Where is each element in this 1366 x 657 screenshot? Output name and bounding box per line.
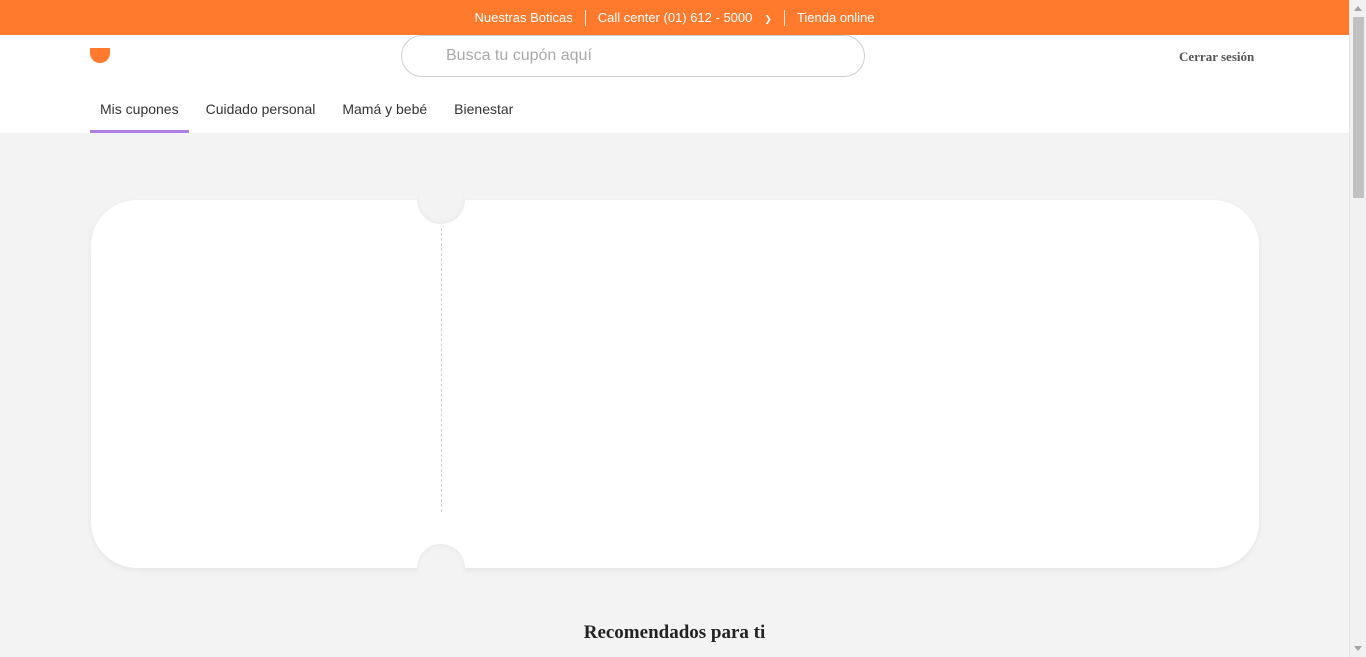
coupon-notch-top [417, 176, 465, 224]
coupon-notch-bottom [417, 544, 465, 592]
page-scrollbar[interactable] [1349, 0, 1366, 657]
online-store-link[interactable]: Tienda online [785, 10, 887, 25]
stores-link[interactable]: Nuestras Boticas [462, 10, 584, 25]
call-center-label: Call center (01) 612 - 5000 [597, 10, 753, 25]
logout-button[interactable]: Cerrar sesión [1179, 49, 1254, 65]
tab-mom-and-baby[interactable]: Mamá y bebé [332, 85, 437, 133]
chevron-down-icon: ❯ [764, 14, 772, 24]
search-input[interactable] [401, 35, 865, 77]
call-center-dropdown[interactable]: Call center (01) 612 - 5000 ❯ [586, 10, 784, 25]
recommendations-title: Recomendados para ti [583, 622, 766, 643]
tab-my-coupons[interactable]: Mis cupones [90, 85, 189, 133]
tab-personal-care[interactable]: Cuidado personal [196, 85, 326, 133]
header: Cerrar sesión Mis cupones Cuidado person… [0, 35, 1349, 133]
coupon-perforation [441, 228, 442, 512]
category-tabs: Mis cupones Cuidado personal Mamá y bebé… [90, 85, 530, 133]
scroll-thumb[interactable] [1353, 17, 1364, 198]
tab-wellness[interactable]: Bienestar [444, 85, 523, 133]
coupon-card [91, 176, 1259, 592]
brand-logo-icon[interactable] [90, 48, 110, 63]
top-bar: Nuestras Boticas Call center (01) 612 - … [0, 0, 1349, 35]
scroll-up-icon[interactable] [1354, 6, 1362, 11]
scroll-down-icon[interactable] [1354, 646, 1362, 651]
